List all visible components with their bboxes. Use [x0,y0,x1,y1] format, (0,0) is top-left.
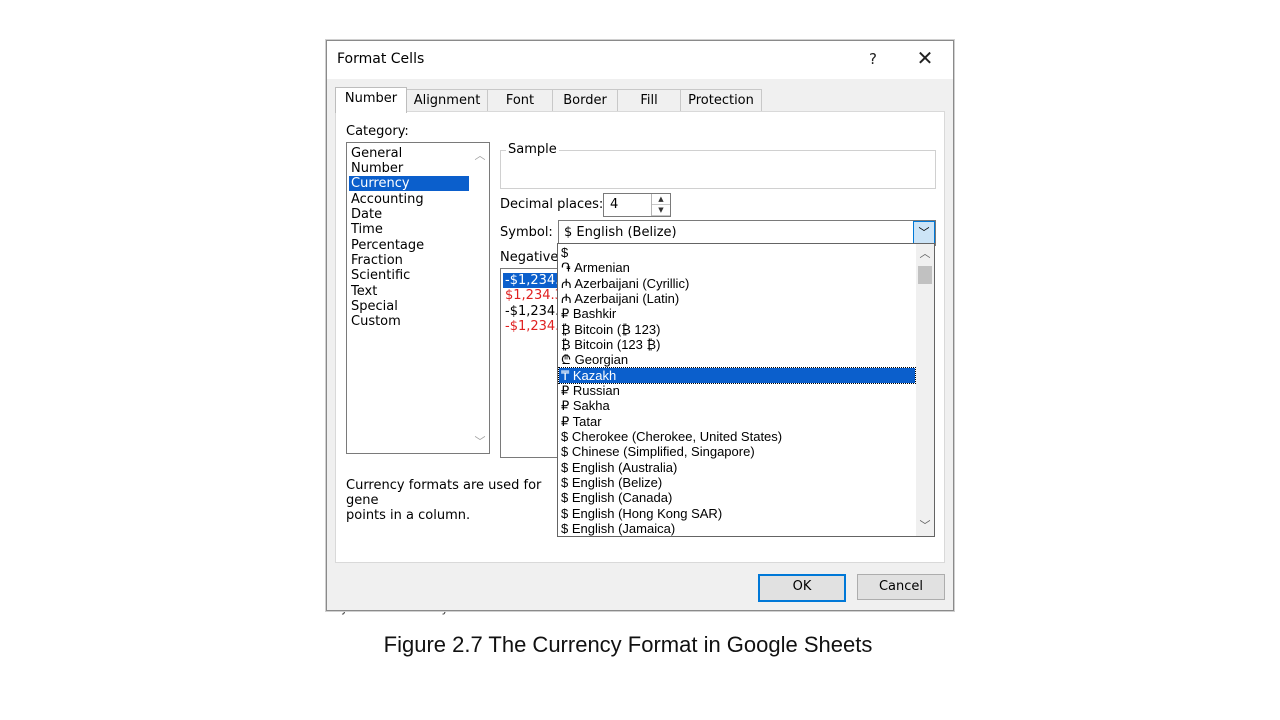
category-item[interactable]: Percentage [349,238,469,253]
sample-label: Sample [506,142,559,157]
decimal-places-label: Decimal places: [500,197,604,212]
symbol-option[interactable]: $ English (Hong Kong SAR) [559,506,915,521]
description-line: Currency formats are used for gene [346,478,542,508]
symbol-option[interactable]: $ English (Jamaica) [559,521,915,536]
description-line: points in a column. [346,508,471,523]
symbol-dropdown-list[interactable]: $ ֏ Armenian ₼ Azerbaijani (Cyrillic) ₼ … [557,243,935,537]
symbol-option[interactable]: $ English (Belize) [559,475,915,490]
ok-button[interactable]: OK [758,574,846,602]
chevron-down-icon[interactable]: ﹀ [471,433,489,449]
symbol-option[interactable]: ₽ Sakha [559,398,915,413]
category-item[interactable]: Date [349,207,469,222]
category-item[interactable]: Scientific [349,268,469,283]
category-scrollbar[interactable]: ︿ ﹀ [471,143,489,453]
tab-font[interactable]: Font [487,89,553,112]
symbol-option[interactable]: ₼ Azerbaijani (Latin) [559,291,915,306]
tab-alignment[interactable]: Alignment [406,89,488,112]
decimal-places-stepper[interactable]: 4 ▲ ▼ [603,193,671,217]
negative-format-item[interactable]: -$1,234.3 [503,319,561,334]
negative-numbers-list[interactable]: -$1,234.3 $1,234.3 -$1,234.3 -$1,234.3 [500,268,562,458]
symbol-option[interactable]: ₽ Russian [559,383,915,398]
dialog-title: Format Cells [337,51,425,67]
tab-border[interactable]: Border [552,89,618,112]
symbol-option[interactable]: $ [559,245,915,260]
close-icon[interactable]: ✕ [911,47,939,71]
chevron-up-icon[interactable]: ︿ [916,246,934,262]
cancel-button[interactable]: Cancel [857,574,945,600]
symbol-option[interactable]: ₾ Georgian [559,352,915,367]
symbol-option[interactable]: ₼ Azerbaijani (Cyrillic) [559,276,915,291]
chevron-down-icon[interactable]: ﹀ [916,518,934,534]
symbol-option-selected[interactable]: ₸ Kazakh [558,367,916,384]
category-item[interactable]: Text [349,284,469,299]
chevron-up-icon[interactable]: ︿ [471,147,489,163]
symbol-option[interactable]: $ English (Canada) [559,490,915,505]
sample-box [500,150,936,189]
category-item[interactable]: Time [349,222,469,237]
category-item[interactable]: Number [349,161,469,176]
chevron-down-icon[interactable]: ﹀ [913,221,935,245]
category-item[interactable]: Special [349,299,469,314]
symbol-label: Symbol: [500,225,553,240]
symbol-option[interactable]: $ English (Australia) [559,460,915,475]
category-item[interactable]: General [349,146,469,161]
symbol-option[interactable]: ₿ Bitcoin (123 ₿) [559,337,915,352]
symbol-option[interactable]: ₽ Tatar [559,414,915,429]
negative-format-item[interactable]: $1,234.3 [503,288,561,303]
symbol-option[interactable]: ₽ Bashkir [559,306,915,321]
symbol-dropdown-scrollbar[interactable]: ︿ ﹀ [916,244,934,536]
figure-caption: Figure 2.7 The Currency Format in Google… [383,632,873,657]
category-item[interactable]: Accounting [349,192,469,207]
symbol-select-value: $ English (Belize) [564,225,677,240]
help-icon[interactable]: ? [861,47,885,71]
symbol-option[interactable]: ֏ Armenian [559,260,915,275]
category-item[interactable]: Fraction [349,253,469,268]
decimal-places-value: 4 [610,197,619,212]
scrollbar-thumb[interactable] [918,266,932,284]
negative-format-item[interactable]: -$1,234.3 [503,273,561,288]
category-list[interactable]: General Number Currency Accounting Date … [346,142,490,454]
symbol-option[interactable]: ₿ Bitcoin (₿ 123) [559,322,915,337]
tab-protection[interactable]: Protection [680,89,762,112]
symbol-option[interactable]: $ Chinese (Simplified, Singapore) [559,444,915,459]
symbol-option[interactable]: $ Cherokee (Cherokee, United States) [559,429,915,444]
category-description: Currency formats are used for gene point… [346,478,566,523]
spin-up-icon[interactable]: ▲ [652,194,670,205]
category-item-selected[interactable]: Currency [349,176,469,191]
negative-format-item[interactable]: -$1,234.3 [503,304,561,319]
tab-fill[interactable]: Fill [617,89,681,112]
spin-down-icon[interactable]: ▼ [652,205,670,216]
spin-buttons[interactable]: ▲ ▼ [651,194,670,216]
tab-number[interactable]: Number [335,87,407,113]
dialog-titlebar: Format Cells ? ✕ [327,41,953,79]
category-label: Category: [346,124,409,139]
negative-numbers-label: Negative [500,250,559,265]
category-item[interactable]: Custom [349,314,469,329]
